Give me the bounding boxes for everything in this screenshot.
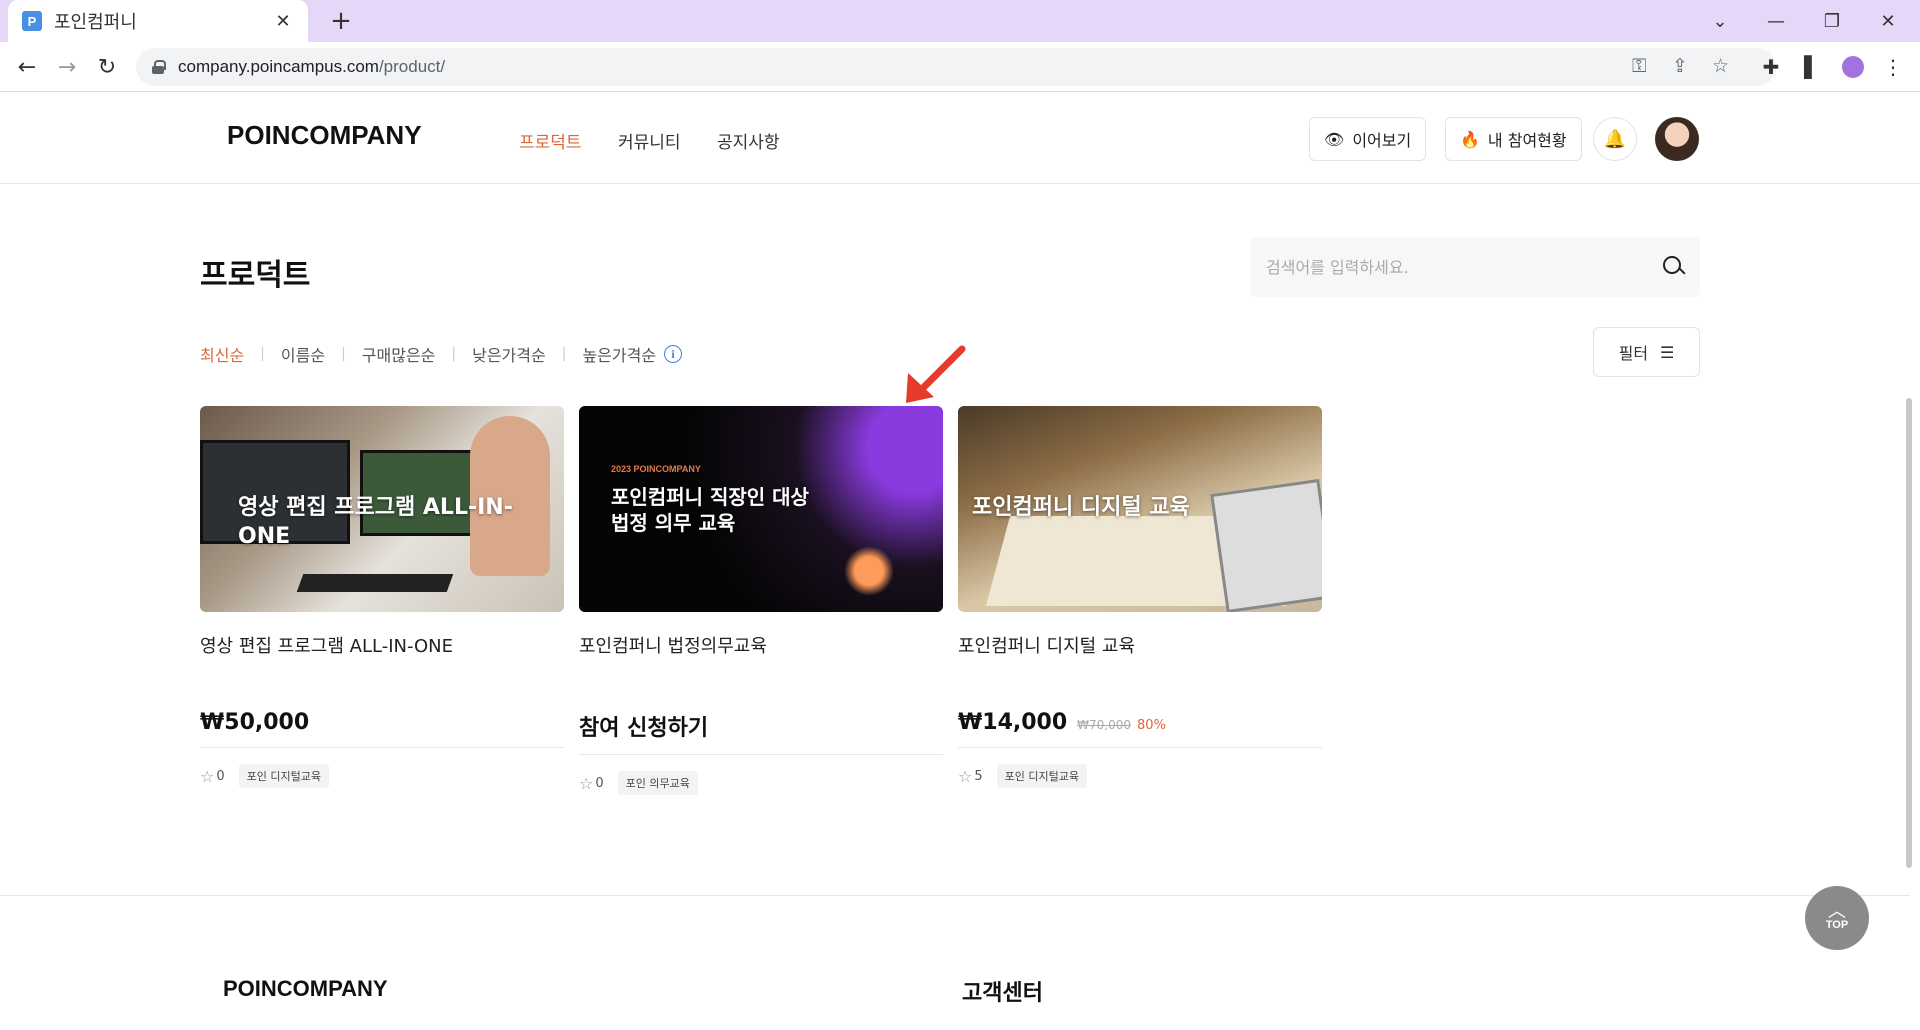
address-bar[interactable]: company.poincampus.com/product/ ⚿ ⇪ ☆ — [136, 48, 1776, 86]
product-card[interactable]: 2023 POINCOMPANY 포인컴퍼니 직장인 대상 법정 의무 교육 포인… — [579, 406, 943, 795]
original-price: ₩70,000 — [1077, 718, 1132, 732]
sort-latest[interactable]: 최신순 — [200, 342, 244, 366]
top-label: TOP — [1825, 919, 1849, 931]
divider — [200, 747, 564, 748]
product-meta: ☆ 5 포인 디지털교육 — [958, 764, 1322, 788]
favicon-icon: P — [22, 11, 42, 31]
nav-product[interactable]: 프로덕트 — [519, 128, 582, 153]
filter-button[interactable]: 필터 ☰ — [1593, 327, 1700, 377]
star-icon: ☆ — [579, 773, 594, 793]
tab-search-icon[interactable]: ⌄ — [1692, 0, 1748, 42]
back-icon[interactable]: ← — [10, 50, 44, 84]
page-title: 프로덕트 — [200, 258, 311, 293]
thumbnail-text: 포인컴퍼니 직장인 대상 법정 의무 교육 — [611, 485, 809, 535]
browser-toolbar: ← → ↻ company.poincampus.com/product/ ⚿ … — [0, 42, 1920, 92]
browser-tab-bar: P 포인컴퍼니 ✕ + ⌄ — ❐ ✕ — [0, 0, 1920, 42]
discount-rate: 80% — [1137, 718, 1166, 733]
thumbnail-caption: 2023 POINCOMPANY — [611, 464, 701, 474]
product-card[interactable]: 영상 편집 프로그램 ALL-IN-ONE 영상 편집 프로그램 ALL-IN-… — [200, 406, 564, 788]
thumbnail-text: 영상 편집 프로그램 ALL-IN-ONE — [238, 495, 513, 549]
site-logo[interactable]: POINCOMPANY — [227, 120, 422, 151]
divider: | — [341, 346, 346, 362]
rating-count: 0 — [595, 775, 604, 791]
bookmark-star-icon[interactable]: ☆ — [1712, 55, 1729, 77]
participation-button[interactable]: 🔥 내 참여현황 — [1445, 117, 1582, 161]
sliders-icon: ☰ — [1660, 342, 1675, 362]
category-tag: 포인 디지털교육 — [996, 764, 1087, 788]
divider — [579, 754, 943, 755]
red-arrow-annotation — [906, 345, 966, 403]
share-icon[interactable]: ⇪ — [1672, 55, 1688, 77]
nav-notice[interactable]: 공지사항 — [717, 128, 780, 153]
product-thumbnail[interactable]: 포인컴퍼니 디지털 교육 — [958, 406, 1322, 612]
nav-community[interactable]: 커뮤니티 — [618, 128, 681, 153]
scroll-top-button[interactable]: ︿ TOP — [1805, 886, 1869, 950]
sort-price-high[interactable]: 높은가격순 — [582, 342, 656, 366]
continue-label: 이어보기 — [1352, 131, 1412, 150]
tab-close-icon[interactable]: ✕ — [272, 11, 294, 32]
forward-icon[interactable]: → — [50, 50, 84, 84]
divider: | — [260, 346, 265, 362]
scrollbar[interactable] — [1906, 398, 1912, 868]
sort-options: 최신순 | 이름순 | 구매많은순 | 낮은가격순 | 높은가격순 i — [200, 342, 683, 366]
close-window-icon[interactable]: ✕ — [1860, 0, 1916, 42]
avatar[interactable] — [1655, 117, 1699, 161]
product-title[interactable]: 영상 편집 프로그램 ALL-IN-ONE — [200, 632, 564, 657]
search-input[interactable] — [1264, 256, 1662, 278]
product-meta: ☆ 0 포인 의무교육 — [579, 771, 943, 795]
fire-icon: 🔥 — [1460, 129, 1480, 149]
category-tag: 포인 의무교육 — [617, 771, 698, 795]
search-icon[interactable] — [1662, 255, 1686, 279]
url-text: company.poincampus.com/product/ — [178, 57, 446, 76]
sort-price-low[interactable]: 낮은가격순 — [472, 342, 546, 366]
new-tab-icon[interactable]: + — [326, 6, 356, 36]
reload-icon[interactable]: ↻ — [90, 50, 124, 84]
tab-title: 포인컴퍼니 — [54, 12, 137, 33]
bell-icon[interactable]: 🔔 — [1593, 117, 1637, 161]
side-panel-icon[interactable]: ▌ — [1797, 52, 1827, 82]
minimize-icon[interactable]: — — [1748, 0, 1804, 42]
product-title[interactable]: 포인컴퍼니 디지털 교육 — [958, 632, 1322, 657]
product-title[interactable]: 포인컴퍼니 법정의무교육 — [579, 632, 943, 657]
search-box — [1250, 237, 1700, 297]
product-price: 참여 신청하기 — [579, 716, 709, 741]
category-tag: 포인 디지털교육 — [238, 764, 329, 788]
product-thumbnail[interactable]: 2023 POINCOMPANY 포인컴퍼니 직장인 대상 법정 의무 교육 — [579, 406, 943, 612]
thumbnail-text: 포인컴퍼니 디지털 교육 — [972, 495, 1190, 520]
divider: | — [451, 346, 457, 362]
profile-icon[interactable] — [1838, 52, 1868, 82]
filter-label: 필터 — [1618, 344, 1649, 363]
eye-icon: 👁 — [1324, 129, 1345, 149]
footer-logo: POINCOMPANY — [223, 976, 388, 1001]
product-price: ₩50,000 — [200, 710, 310, 735]
rating-count: 0 — [216, 768, 225, 784]
restore-icon[interactable]: ❐ — [1804, 0, 1860, 42]
product-card[interactable]: 포인컴퍼니 디지털 교육 포인컴퍼니 디지털 교육 ₩14,000 ₩70,00… — [958, 406, 1322, 788]
star-icon: ☆ — [200, 766, 215, 786]
divider: | — [561, 346, 567, 362]
lock-icon — [152, 60, 166, 74]
customer-center-heading: 고객센터 — [962, 981, 1043, 1006]
product-price: ₩14,000 ₩70,000 80% — [958, 710, 1166, 735]
continue-button[interactable]: 👁 이어보기 — [1309, 117, 1427, 161]
browser-tab[interactable]: P 포인컴퍼니 ✕ — [8, 0, 308, 42]
sort-name[interactable]: 이름순 — [281, 342, 325, 366]
rating-count: 5 — [974, 768, 983, 784]
participation-label: 내 참여현황 — [1487, 131, 1567, 150]
chevron-up-icon: ︿ — [1828, 901, 1846, 922]
product-thumbnail[interactable]: 영상 편집 프로그램 ALL-IN-ONE — [200, 406, 564, 612]
sort-popular[interactable]: 구매많은순 — [362, 342, 436, 366]
extensions-icon[interactable]: ✚ — [1756, 52, 1786, 82]
key-icon[interactable]: ⚿ — [1632, 55, 1646, 77]
star-icon: ☆ — [958, 766, 973, 786]
site-header: POINCOMPANY 프로덕트 커뮤니티 공지사항 👁 이어보기 🔥 내 참여… — [0, 92, 1920, 184]
menu-icon[interactable]: ⋮ — [1878, 52, 1908, 82]
divider — [958, 747, 1322, 748]
info-icon[interactable]: i — [664, 345, 683, 363]
footer-divider — [0, 895, 1910, 896]
product-meta: ☆ 0 포인 디지털교육 — [200, 764, 564, 788]
